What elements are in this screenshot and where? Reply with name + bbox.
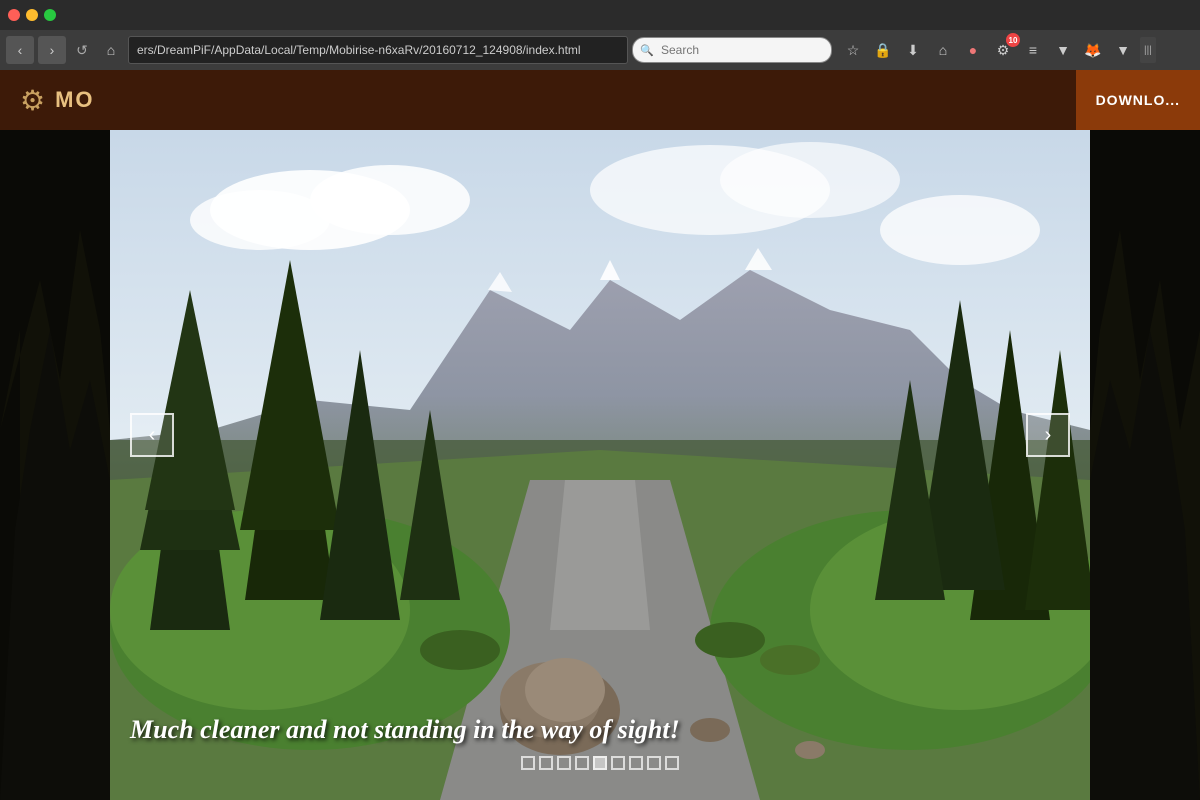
app-name: MO	[55, 87, 94, 113]
slide-dot-2[interactable]	[539, 756, 553, 770]
side-panel-left	[0, 130, 110, 800]
left-forest-svg	[0, 130, 110, 800]
slide-indicators	[521, 756, 679, 770]
carousel-next-button[interactable]: ›	[1026, 413, 1070, 457]
forward-button[interactable]: ›	[38, 36, 66, 64]
download-app-button[interactable]: DOWNLO...	[1076, 70, 1200, 130]
addon-button[interactable]: 🦊	[1080, 37, 1106, 63]
menu-button[interactable]: ≡	[1020, 37, 1046, 63]
prev-icon: ‹	[149, 424, 156, 447]
search-input[interactable]	[632, 37, 832, 63]
caption-area: Much cleaner and not standing in the way…	[0, 715, 1200, 745]
slide-dot-1[interactable]	[521, 756, 535, 770]
caption-text: Much cleaner and not standing in the way…	[130, 715, 680, 744]
slide-dot-4[interactable]	[575, 756, 589, 770]
right-forest-svg	[1090, 130, 1200, 800]
download-button[interactable]: ⬇	[900, 37, 926, 63]
app-logo: ⚙ MO	[20, 84, 95, 117]
lock-button[interactable]: 🔒	[870, 37, 896, 63]
bookmark-button[interactable]: ☆	[840, 37, 866, 63]
extensions-badge: ⚙ 10	[990, 37, 1016, 63]
extra-button[interactable]: ▼	[1110, 37, 1136, 63]
next-icon: ›	[1045, 424, 1052, 447]
carousel-prev-button[interactable]: ‹	[130, 413, 174, 457]
window-minimize-btn[interactable]	[26, 9, 38, 21]
landscape-image	[110, 130, 1090, 800]
duckduckgo-button[interactable]: ●	[960, 37, 986, 63]
page-content: ⚙ MO DOWNLO...	[0, 70, 1200, 800]
home-button[interactable]: ⌂	[98, 37, 124, 63]
slide-dot-7[interactable]	[629, 756, 643, 770]
browser-titlebar	[0, 0, 1200, 30]
side-panel-right	[1090, 130, 1200, 800]
refresh-button[interactable]: ↺	[70, 38, 94, 62]
browser-chrome: ‹ › ↺ ⌂ 🔍 ☆ 🔒 ⬇ ⌂ ● ⚙ 10 ≡ ▼ 🦊 ▼ |||	[0, 0, 1200, 70]
info-button[interactable]: |||	[1140, 37, 1156, 63]
app-header: ⚙ MO DOWNLO...	[0, 70, 1200, 130]
home-nav-button[interactable]: ⌂	[930, 37, 956, 63]
more-button[interactable]: ▼	[1050, 37, 1076, 63]
slide-dot-9[interactable]	[665, 756, 679, 770]
browser-toolbar: ‹ › ↺ ⌂ 🔍 ☆ 🔒 ⬇ ⌂ ● ⚙ 10 ≡ ▼ 🦊 ▼ |||	[0, 30, 1200, 70]
slide-dot-3[interactable]	[557, 756, 571, 770]
back-button[interactable]: ‹	[6, 36, 34, 64]
slide-dot-8[interactable]	[647, 756, 661, 770]
address-bar[interactable]	[128, 36, 628, 64]
gear-icon: ⚙	[20, 84, 45, 117]
toolbar-icons: ☆ 🔒 ⬇ ⌂ ● ⚙ 10 ≡ ▼ 🦊 ▼ |||	[840, 37, 1156, 63]
window-maximize-btn[interactable]	[44, 9, 56, 21]
slider-area	[110, 130, 1090, 800]
slide-dot-6[interactable]	[611, 756, 625, 770]
window-close-btn[interactable]	[8, 9, 20, 21]
search-wrapper: 🔍	[632, 37, 832, 63]
badge-count: 10	[1006, 33, 1020, 47]
slide-dot-5[interactable]	[593, 756, 607, 770]
